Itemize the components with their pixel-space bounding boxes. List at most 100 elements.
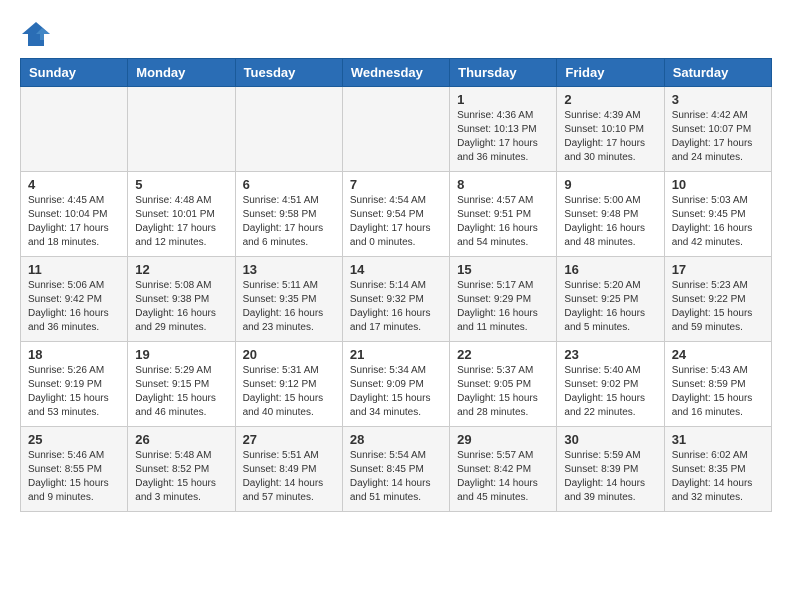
day-number: 10 — [672, 177, 764, 192]
day-info: Sunrise: 5:57 AM Sunset: 8:42 PM Dayligh… — [457, 449, 549, 505]
page-header — [20, 20, 772, 48]
day-info: Sunrise: 5:23 AM Sunset: 9:22 PM Dayligh… — [672, 279, 764, 335]
day-info: Sunrise: 5:34 AM Sunset: 9:09 PM Dayligh… — [350, 364, 442, 420]
calendar-cell: 21 Sunrise: 5:34 AM Sunset: 9:09 PM Dayli… — [342, 342, 449, 427]
calendar-cell: 10 Sunrise: 5:03 AM Sunset: 9:45 PM Dayli… — [664, 172, 771, 257]
day-info: Sunrise: 5:43 AM Sunset: 8:59 PM Dayligh… — [672, 364, 764, 420]
day-number: 12 — [135, 262, 227, 277]
logo-icon — [20, 20, 52, 48]
day-info: Sunrise: 4:54 AM Sunset: 9:54 PM Dayligh… — [350, 194, 442, 250]
day-info: Sunrise: 5:59 AM Sunset: 8:39 PM Dayligh… — [564, 449, 656, 505]
day-number: 7 — [350, 177, 442, 192]
calendar-cell: 30 Sunrise: 5:59 AM Sunset: 8:39 PM Dayli… — [557, 427, 664, 512]
calendar-cell: 15 Sunrise: 5:17 AM Sunset: 9:29 PM Dayli… — [450, 257, 557, 342]
calendar-cell: 11 Sunrise: 5:06 AM Sunset: 9:42 PM Dayli… — [21, 257, 128, 342]
day-info: Sunrise: 5:48 AM Sunset: 8:52 PM Dayligh… — [135, 449, 227, 505]
day-number: 2 — [564, 92, 656, 107]
day-info: Sunrise: 5:26 AM Sunset: 9:19 PM Dayligh… — [28, 364, 120, 420]
day-number: 31 — [672, 432, 764, 447]
day-info: Sunrise: 4:45 AM Sunset: 10:04 PM Daylig… — [28, 194, 120, 250]
day-number: 28 — [350, 432, 442, 447]
header-thursday: Thursday — [450, 59, 557, 87]
day-number: 24 — [672, 347, 764, 362]
day-number: 11 — [28, 262, 120, 277]
calendar-cell: 31 Sunrise: 6:02 AM Sunset: 8:35 PM Dayli… — [664, 427, 771, 512]
day-info: Sunrise: 5:08 AM Sunset: 9:38 PM Dayligh… — [135, 279, 227, 335]
calendar-cell — [128, 87, 235, 172]
day-number: 6 — [243, 177, 335, 192]
day-number: 8 — [457, 177, 549, 192]
calendar-cell: 29 Sunrise: 5:57 AM Sunset: 8:42 PM Dayli… — [450, 427, 557, 512]
calendar-cell: 1Sunrise: 4:36 AM Sunset: 10:13 PM Dayli… — [450, 87, 557, 172]
day-number: 27 — [243, 432, 335, 447]
calendar-header-row: SundayMondayTuesdayWednesdayThursdayFrid… — [21, 59, 772, 87]
day-number: 22 — [457, 347, 549, 362]
day-number: 17 — [672, 262, 764, 277]
calendar-cell: 20Sunrise: 5:31 AM Sunset: 9:12 PM Dayli… — [235, 342, 342, 427]
day-number: 5 — [135, 177, 227, 192]
calendar-cell: 17 Sunrise: 5:23 AM Sunset: 9:22 PM Dayli… — [664, 257, 771, 342]
calendar-week-row: 11 Sunrise: 5:06 AM Sunset: 9:42 PM Dayli… — [21, 257, 772, 342]
day-number: 26 — [135, 432, 227, 447]
calendar-cell: 18 Sunrise: 5:26 AM Sunset: 9:19 PM Dayli… — [21, 342, 128, 427]
calendar-cell: 4 Sunrise: 4:45 AM Sunset: 10:04 PM Dayli… — [21, 172, 128, 257]
calendar-cell — [342, 87, 449, 172]
calendar-cell: 27Sunrise: 5:51 AM Sunset: 8:49 PM Dayli… — [235, 427, 342, 512]
day-number: 19 — [135, 347, 227, 362]
calendar-table: SundayMondayTuesdayWednesdayThursdayFrid… — [20, 58, 772, 512]
calendar-cell: 13Sunrise: 5:11 AM Sunset: 9:35 PM Dayli… — [235, 257, 342, 342]
calendar-cell: 16Sunrise: 5:20 AM Sunset: 9:25 PM Dayli… — [557, 257, 664, 342]
day-info: Sunrise: 4:57 AM Sunset: 9:51 PM Dayligh… — [457, 194, 549, 250]
day-info: Sunrise: 4:48 AM Sunset: 10:01 PM Daylig… — [135, 194, 227, 250]
calendar-cell: 12 Sunrise: 5:08 AM Sunset: 9:38 PM Dayli… — [128, 257, 235, 342]
calendar-cell: 28 Sunrise: 5:54 AM Sunset: 8:45 PM Dayli… — [342, 427, 449, 512]
calendar-cell: 9 Sunrise: 5:00 AM Sunset: 9:48 PM Daylig… — [557, 172, 664, 257]
calendar-cell: 22 Sunrise: 5:37 AM Sunset: 9:05 PM Dayli… — [450, 342, 557, 427]
logo — [20, 20, 56, 48]
day-info: Sunrise: 5:37 AM Sunset: 9:05 PM Dayligh… — [457, 364, 549, 420]
day-info: Sunrise: 5:46 AM Sunset: 8:55 PM Dayligh… — [28, 449, 120, 505]
calendar-week-row: 25Sunrise: 5:46 AM Sunset: 8:55 PM Dayli… — [21, 427, 772, 512]
calendar-cell: 23 Sunrise: 5:40 AM Sunset: 9:02 PM Dayli… — [557, 342, 664, 427]
day-info: Sunrise: 4:51 AM Sunset: 9:58 PM Dayligh… — [243, 194, 335, 250]
header-wednesday: Wednesday — [342, 59, 449, 87]
calendar-cell: 8 Sunrise: 4:57 AM Sunset: 9:51 PM Daylig… — [450, 172, 557, 257]
day-info: Sunrise: 6:02 AM Sunset: 8:35 PM Dayligh… — [672, 449, 764, 505]
day-number: 9 — [564, 177, 656, 192]
day-info: Sunrise: 5:03 AM Sunset: 9:45 PM Dayligh… — [672, 194, 764, 250]
day-info: Sunrise: 5:11 AM Sunset: 9:35 PM Dayligh… — [243, 279, 335, 335]
day-info: Sunrise: 5:40 AM Sunset: 9:02 PM Dayligh… — [564, 364, 656, 420]
day-number: 29 — [457, 432, 549, 447]
calendar-cell: 24 Sunrise: 5:43 AM Sunset: 8:59 PM Dayli… — [664, 342, 771, 427]
calendar-week-row: 4 Sunrise: 4:45 AM Sunset: 10:04 PM Dayli… — [21, 172, 772, 257]
header-friday: Friday — [557, 59, 664, 87]
day-info: Sunrise: 5:00 AM Sunset: 9:48 PM Dayligh… — [564, 194, 656, 250]
day-number: 23 — [564, 347, 656, 362]
calendar-week-row: 18 Sunrise: 5:26 AM Sunset: 9:19 PM Dayli… — [21, 342, 772, 427]
day-number: 30 — [564, 432, 656, 447]
header-saturday: Saturday — [664, 59, 771, 87]
calendar-cell: 3Sunrise: 4:42 AM Sunset: 10:07 PM Dayli… — [664, 87, 771, 172]
day-info: Sunrise: 5:31 AM Sunset: 9:12 PM Dayligh… — [243, 364, 335, 420]
calendar-cell: 7 Sunrise: 4:54 AM Sunset: 9:54 PM Daylig… — [342, 172, 449, 257]
day-info: Sunrise: 5:17 AM Sunset: 9:29 PM Dayligh… — [457, 279, 549, 335]
calendar-week-row: 1Sunrise: 4:36 AM Sunset: 10:13 PM Dayli… — [21, 87, 772, 172]
day-number: 15 — [457, 262, 549, 277]
day-info: Sunrise: 4:39 AM Sunset: 10:10 PM Daylig… — [564, 109, 656, 165]
day-number: 3 — [672, 92, 764, 107]
calendar-cell: 6 Sunrise: 4:51 AM Sunset: 9:58 PM Daylig… — [235, 172, 342, 257]
day-number: 21 — [350, 347, 442, 362]
calendar-cell — [21, 87, 128, 172]
day-number: 1 — [457, 92, 549, 107]
day-number: 18 — [28, 347, 120, 362]
calendar-cell: 26 Sunrise: 5:48 AM Sunset: 8:52 PM Dayli… — [128, 427, 235, 512]
header-monday: Monday — [128, 59, 235, 87]
calendar-cell: 5 Sunrise: 4:48 AM Sunset: 10:01 PM Dayli… — [128, 172, 235, 257]
day-number: 14 — [350, 262, 442, 277]
day-info: Sunrise: 5:06 AM Sunset: 9:42 PM Dayligh… — [28, 279, 120, 335]
calendar-cell: 2 Sunrise: 4:39 AM Sunset: 10:10 PM Dayli… — [557, 87, 664, 172]
header-sunday: Sunday — [21, 59, 128, 87]
calendar-cell: 25Sunrise: 5:46 AM Sunset: 8:55 PM Dayli… — [21, 427, 128, 512]
day-number: 4 — [28, 177, 120, 192]
day-info: Sunrise: 5:54 AM Sunset: 8:45 PM Dayligh… — [350, 449, 442, 505]
